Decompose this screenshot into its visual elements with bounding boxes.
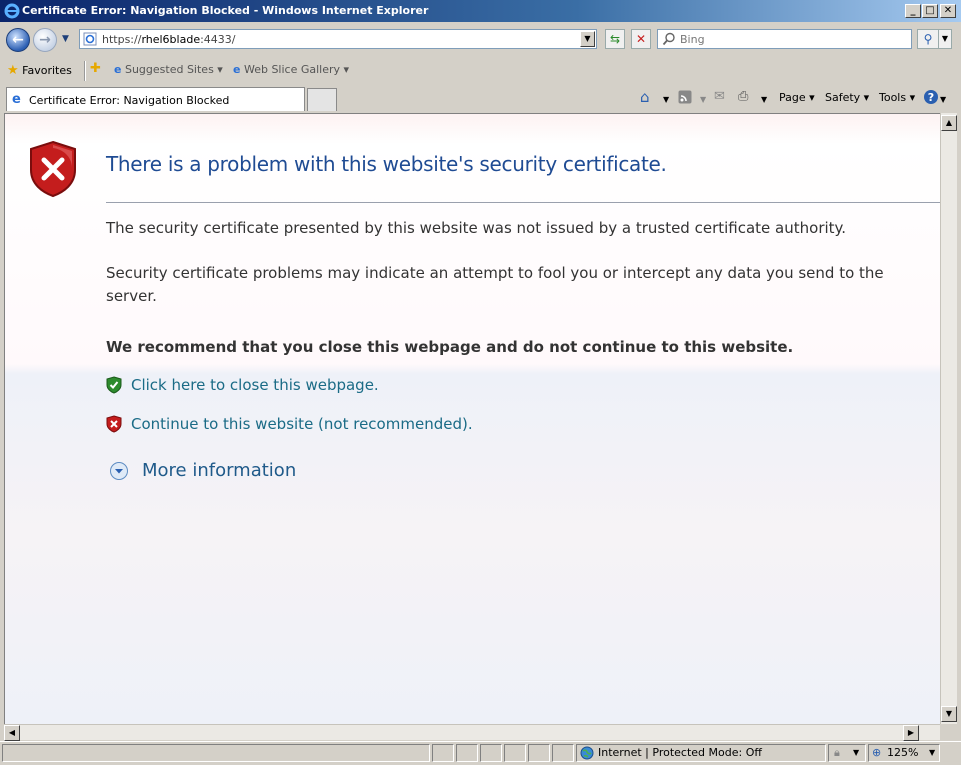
close-window-button[interactable]: ✕ bbox=[940, 4, 956, 18]
zoom-icon: ⊕ bbox=[872, 746, 882, 759]
scroll-left-button[interactable]: ◀ bbox=[4, 725, 20, 741]
scroll-up-button[interactable]: ▲ bbox=[941, 115, 957, 131]
continue-website-link[interactable]: Continue to this website (not recommende… bbox=[131, 415, 473, 433]
lock-icon: 🔒︎ bbox=[834, 746, 840, 759]
ie-logo-icon bbox=[4, 3, 20, 22]
favorites-button[interactable]: ★ Favorites bbox=[7, 63, 72, 78]
title-bar: Certificate Error: Navigation Blocked - … bbox=[0, 0, 961, 22]
zoom-level: 125% bbox=[887, 746, 919, 759]
status-pane bbox=[552, 744, 574, 762]
tab-label: Certificate Error: Navigation Blocked bbox=[29, 94, 230, 107]
feeds-dropdown[interactable]: ▼ bbox=[700, 95, 706, 104]
ie-page-icon: e bbox=[233, 63, 241, 76]
home-dropdown[interactable]: ▼ bbox=[663, 95, 669, 104]
divider bbox=[84, 61, 86, 81]
help-icon[interactable]: ? bbox=[923, 89, 939, 108]
untrusted-ca-text: The security certificate presented by th… bbox=[106, 219, 847, 237]
ie-page-icon: e bbox=[114, 63, 122, 76]
feeds-icon[interactable] bbox=[678, 90, 692, 107]
status-pane bbox=[432, 744, 454, 762]
star-icon: ★ bbox=[7, 63, 19, 78]
svg-text:?: ? bbox=[928, 91, 934, 104]
add-to-favorites-icon[interactable]: ✚ bbox=[90, 61, 101, 76]
suggested-sites-link[interactable]: e Suggested Sites ▾ bbox=[114, 63, 223, 76]
close-webpage-link[interactable]: Click here to close this webpage. bbox=[131, 376, 379, 394]
web-slice-gallery-link[interactable]: e Web Slice Gallery ▾ bbox=[233, 63, 349, 76]
divider bbox=[106, 202, 940, 203]
maximize-button[interactable]: □ bbox=[922, 4, 938, 18]
recommendation-text: We recommend that you close this webpage… bbox=[106, 338, 794, 356]
address-bar[interactable]: https://rhel6blade:4433/ ▼ bbox=[79, 29, 597, 49]
zone-label: Internet | Protected Mode: Off bbox=[598, 746, 762, 759]
green-shield-icon bbox=[106, 376, 122, 397]
search-placeholder: Bing bbox=[680, 33, 705, 46]
back-button[interactable]: ← bbox=[6, 28, 30, 52]
web-slice-gallery-label: Web Slice Gallery ▾ bbox=[243, 63, 350, 76]
vertical-scrollbar[interactable]: ▲ ▼ bbox=[940, 113, 957, 724]
zoom-dropdown[interactable]: ▼ bbox=[929, 745, 935, 761]
status-bar: Internet | Protected Mode: Off 🔒︎ ▼ ⊕ 12… bbox=[0, 741, 961, 765]
tools-menu[interactable]: Tools ▾ bbox=[879, 91, 915, 104]
suggested-sites-label: Suggested Sites ▾ bbox=[124, 63, 223, 76]
status-pane bbox=[480, 744, 502, 762]
page-content: There is a problem with this website's s… bbox=[4, 113, 940, 724]
status-pane bbox=[528, 744, 550, 762]
error-shield-icon bbox=[28, 140, 78, 201]
scroll-down-button[interactable]: ▼ bbox=[941, 706, 957, 722]
new-tab-button[interactable] bbox=[307, 88, 337, 111]
refresh-button[interactable]: ⇆ bbox=[605, 29, 625, 49]
url-port: :4433/ bbox=[200, 33, 236, 46]
minimize-button[interactable]: _ bbox=[905, 4, 921, 18]
security-zone-pane[interactable]: Internet | Protected Mode: Off bbox=[576, 744, 826, 762]
globe-icon bbox=[580, 746, 594, 765]
safety-menu[interactable]: Safety ▾ bbox=[825, 91, 869, 104]
favorites-label: Favorites bbox=[22, 64, 72, 77]
red-shield-icon bbox=[106, 415, 122, 436]
zoom-pane[interactable]: ⊕ 125% ▼ bbox=[868, 744, 940, 762]
window-title: Certificate Error: Navigation Blocked - … bbox=[22, 4, 429, 17]
security-warning-text: Security certificate problems may indica… bbox=[106, 264, 884, 305]
more-information-link[interactable]: More information bbox=[142, 460, 296, 481]
tab-certificate-error[interactable]: e Certificate Error: Navigation Blocked bbox=[6, 87, 305, 111]
home-icon[interactable]: ⌂ bbox=[640, 88, 650, 106]
ie-tab-icon: e bbox=[12, 92, 21, 107]
url-scheme: https:// bbox=[102, 33, 142, 46]
horizontal-scrollbar[interactable]: ◀ ▶ bbox=[4, 724, 940, 741]
page-title: There is a problem with this website's s… bbox=[106, 152, 667, 176]
status-text-pane bbox=[2, 744, 430, 762]
status-pane bbox=[456, 744, 478, 762]
print-dropdown[interactable]: ▼ bbox=[761, 95, 767, 104]
security-settings-pane[interactable]: 🔒︎ ▼ bbox=[828, 744, 866, 762]
search-icon bbox=[662, 32, 676, 49]
status-pane bbox=[504, 744, 526, 762]
history-dropdown[interactable]: ▼ bbox=[62, 34, 69, 44]
mail-icon[interactable]: ✉ bbox=[714, 89, 725, 104]
favorites-bar: ★ Favorites ✚ e Suggested Sites ▾ e Web … bbox=[0, 58, 961, 84]
search-button[interactable]: ⚲ bbox=[917, 29, 939, 49]
help-dropdown[interactable]: ▼ bbox=[940, 95, 946, 104]
print-icon[interactable]: ⎙ bbox=[738, 89, 748, 104]
address-dropdown-button[interactable]: ▼ bbox=[580, 31, 595, 47]
security-dropdown[interactable]: ▼ bbox=[853, 745, 859, 761]
scroll-right-button[interactable]: ▶ bbox=[903, 725, 919, 741]
url-text: https://rhel6blade:4433/ bbox=[102, 33, 236, 46]
search-box[interactable]: Bing bbox=[657, 29, 912, 49]
url-host: rhel6blade bbox=[141, 33, 201, 46]
expand-chevron-icon[interactable] bbox=[109, 461, 129, 484]
search-options-dropdown[interactable]: ▼ bbox=[938, 29, 952, 49]
forward-button[interactable]: → bbox=[33, 28, 57, 52]
page-icon bbox=[83, 32, 97, 49]
page-menu[interactable]: Page ▾ bbox=[779, 91, 815, 104]
stop-button[interactable]: ✕ bbox=[631, 29, 651, 49]
